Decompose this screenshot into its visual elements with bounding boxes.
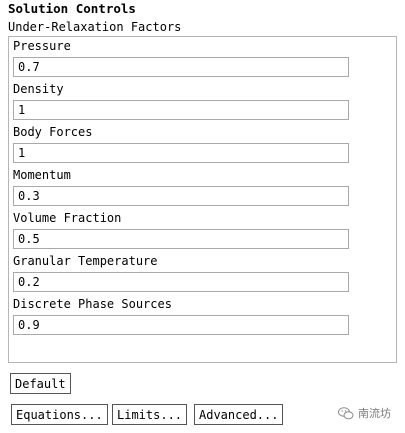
panel-title: Solution Controls <box>8 1 136 16</box>
pressure-label: Pressure <box>13 39 71 53</box>
wechat-icon <box>338 406 354 420</box>
discrete-phase-sources-label: Discrete Phase Sources <box>13 297 172 311</box>
body-forces-label: Body Forces <box>13 125 93 139</box>
granular-temperature-label: Granular Temperature <box>13 254 158 268</box>
volume-fraction-label: Volume Fraction <box>13 211 122 225</box>
discrete-phase-sources-input[interactable] <box>13 315 349 335</box>
watermark: 南流坊 <box>338 405 391 421</box>
granular-temperature-input[interactable] <box>13 272 349 292</box>
equations-button[interactable]: Equations... <box>11 404 108 425</box>
group-label: Under-Relaxation Factors <box>8 20 182 34</box>
under-relaxation-group: Pressure Density Body Forces Momentum Vo… <box>8 36 397 363</box>
volume-fraction-input[interactable] <box>13 229 349 249</box>
watermark-text: 南流坊 <box>358 407 391 420</box>
momentum-label: Momentum <box>13 168 71 182</box>
body-forces-input[interactable] <box>13 143 349 163</box>
density-input[interactable] <box>13 100 349 120</box>
density-label: Density <box>13 82 64 96</box>
momentum-input[interactable] <box>13 186 349 206</box>
pressure-input[interactable] <box>13 57 349 77</box>
limits-button[interactable]: Limits... <box>112 404 188 425</box>
default-button[interactable]: Default <box>10 373 71 394</box>
advanced-button[interactable]: Advanced... <box>194 404 284 425</box>
